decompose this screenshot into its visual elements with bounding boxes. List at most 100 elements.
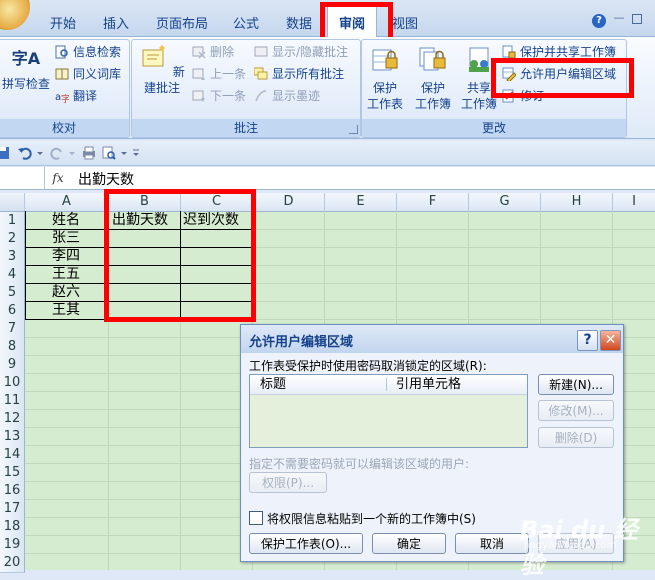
print-preview-icon[interactable] — [102, 146, 116, 160]
translate-button[interactable]: a字 翻译 — [55, 86, 97, 106]
cell-a5[interactable]: 赵六 — [52, 283, 80, 301]
tab-home[interactable]: 开始 — [50, 13, 76, 32]
name-box[interactable] — [0, 167, 45, 189]
protect-sheet-label-2: 工作表 — [366, 97, 403, 111]
show-hide-comment-icon — [254, 46, 268, 57]
previous-comment-icon — [192, 68, 205, 80]
research-icon — [55, 45, 68, 59]
modify-range-button[interactable]: 修改(M)... — [538, 400, 614, 421]
research-button[interactable]: 信息检索 — [55, 42, 121, 62]
row-header-8[interactable]: 8 — [0, 338, 25, 357]
column-header-f[interactable]: F — [397, 193, 469, 211]
row-header-16[interactable]: 16 — [0, 482, 25, 501]
new-comment-button[interactable]: 新建批注 — [134, 44, 190, 96]
comments-dialog-launcher[interactable] — [349, 125, 358, 134]
cell-a6[interactable]: 王其 — [52, 301, 80, 319]
dialog-title-bar[interactable]: 允许用户编辑区域 ? ✕ — [241, 325, 623, 353]
row-header-5[interactable]: 5 — [0, 284, 25, 303]
protect-workbook-button[interactable]: 保护 工作簿 — [408, 44, 458, 112]
highlight-allow-edit-ranges — [491, 58, 634, 98]
print-preview-dropdown-icon[interactable] — [120, 146, 128, 160]
quick-print-icon[interactable] — [82, 146, 96, 160]
next-comment-button[interactable]: 下一条 — [192, 86, 246, 106]
column-header-d[interactable]: D — [253, 193, 325, 211]
new-range-button[interactable]: 新建(N)... — [538, 374, 614, 395]
column-title-header[interactable]: 标题 — [260, 375, 286, 394]
cell-a4[interactable]: 王五 — [52, 265, 80, 283]
redo-icon[interactable] — [50, 146, 64, 160]
show-hide-comment-button[interactable]: 显示/隐藏批注 — [254, 42, 348, 62]
column-header-g[interactable]: G — [469, 193, 541, 211]
group-proofing: 字A 拼写检查 信息检索 同义词库 a字 翻译 校对 — [0, 39, 130, 138]
row-header-15[interactable]: 15 — [0, 464, 25, 483]
row-header-13[interactable]: 13 — [0, 428, 25, 447]
customize-qat-icon[interactable] — [132, 146, 140, 160]
row-header-20[interactable]: 20 — [0, 554, 25, 573]
protect-sheet-button[interactable]: 保护 工作表 — [364, 44, 406, 112]
tab-data[interactable]: 数据 — [286, 13, 312, 32]
dialog-help-button[interactable]: ? — [577, 330, 598, 351]
row-header-12[interactable]: 12 — [0, 410, 25, 429]
cell-a2[interactable]: 张三 — [52, 229, 80, 247]
column-header-h[interactable]: H — [541, 193, 613, 211]
tab-insert[interactable]: 插入 — [103, 13, 129, 32]
select-all-corner[interactable] — [0, 193, 25, 211]
ok-button[interactable]: 确定 — [372, 533, 446, 554]
column-refers-header[interactable]: 引用单元格 — [396, 375, 461, 394]
row-header-6[interactable]: 6 — [0, 302, 25, 321]
new-comment-icon — [142, 45, 166, 67]
row-header-10[interactable]: 10 — [0, 374, 25, 393]
minimize-icon[interactable]: — — [613, 12, 625, 24]
show-ink-label: 显示墨迹 — [272, 89, 321, 103]
row-header-17[interactable]: 17 — [0, 500, 25, 519]
cell-a3[interactable]: 李四 — [52, 247, 80, 265]
cell-a1[interactable]: 姓名 — [52, 211, 80, 229]
previous-comment-button[interactable]: 上一条 — [192, 64, 246, 84]
tab-view[interactable]: 视图 — [392, 13, 418, 32]
redo-dropdown-icon[interactable] — [68, 146, 76, 160]
previous-comment-label: 上一条 — [210, 67, 247, 81]
row-header-4[interactable]: 4 — [0, 266, 25, 285]
insert-function-button[interactable]: fx — [48, 170, 68, 186]
column-header-e[interactable]: E — [325, 193, 397, 211]
formula-content[interactable]: 出勤天数 — [78, 169, 134, 189]
column-header-a[interactable]: A — [25, 193, 109, 211]
delete-range-button[interactable]: 删除(D) — [538, 427, 614, 448]
undo-icon[interactable] — [18, 146, 32, 160]
delete-comment-button[interactable]: 删除 — [192, 42, 234, 62]
restore-icon[interactable] — [632, 14, 642, 24]
row-header-1[interactable]: 1 — [0, 212, 25, 231]
row-header-18[interactable]: 18 — [0, 518, 25, 537]
column-header-i[interactable]: I — [613, 193, 655, 211]
ranges-list-header: 标题 引用单元格 — [250, 375, 527, 395]
row-header-19[interactable]: 19 — [0, 536, 25, 555]
cancel-button[interactable]: 取消 — [455, 533, 529, 554]
paste-permissions-checkbox[interactable] — [249, 511, 263, 525]
tab-page-layout[interactable]: 页面布局 — [156, 13, 208, 32]
spelling-button[interactable]: 字A 拼写检查 — [1, 44, 51, 92]
highlight-columns-bc — [104, 189, 256, 322]
office-button[interactable] — [0, 0, 30, 30]
translate-label: 翻译 — [73, 89, 98, 103]
permissions-button[interactable]: 权限(P)... — [249, 472, 327, 493]
row-header-3[interactable]: 3 — [0, 248, 25, 267]
undo-dropdown-icon[interactable] — [36, 146, 44, 160]
dialog-close-button[interactable]: ✕ — [600, 330, 621, 351]
row-header-2[interactable]: 2 — [0, 230, 25, 249]
thesaurus-button[interactable]: 同义词库 — [55, 64, 121, 84]
paste-permissions-label[interactable]: 将权限信息粘贴到一个新的工作簿中(S) — [267, 510, 476, 527]
tab-formulas[interactable]: 公式 — [233, 13, 259, 32]
row-header-14[interactable]: 14 — [0, 446, 25, 465]
show-all-comments-button[interactable]: 显示所有批注 — [254, 64, 344, 84]
protect-sheet-dialog-button[interactable]: 保护工作表(O)... — [249, 533, 363, 554]
next-comment-label: 下一条 — [210, 89, 247, 103]
row-header-7[interactable]: 7 — [0, 320, 25, 339]
formula-bar: fx 出勤天数 — [0, 167, 655, 190]
row-header-11[interactable]: 11 — [0, 392, 25, 411]
row-header-9[interactable]: 9 — [0, 356, 25, 375]
ranges-listbox[interactable]: 标题 引用单元格 — [249, 374, 528, 448]
save-icon[interactable] — [0, 146, 10, 160]
next-comment-icon — [192, 90, 205, 102]
show-ink-button[interactable]: 显示墨迹 — [254, 86, 320, 106]
help-icon[interactable]: ? — [592, 14, 606, 28]
